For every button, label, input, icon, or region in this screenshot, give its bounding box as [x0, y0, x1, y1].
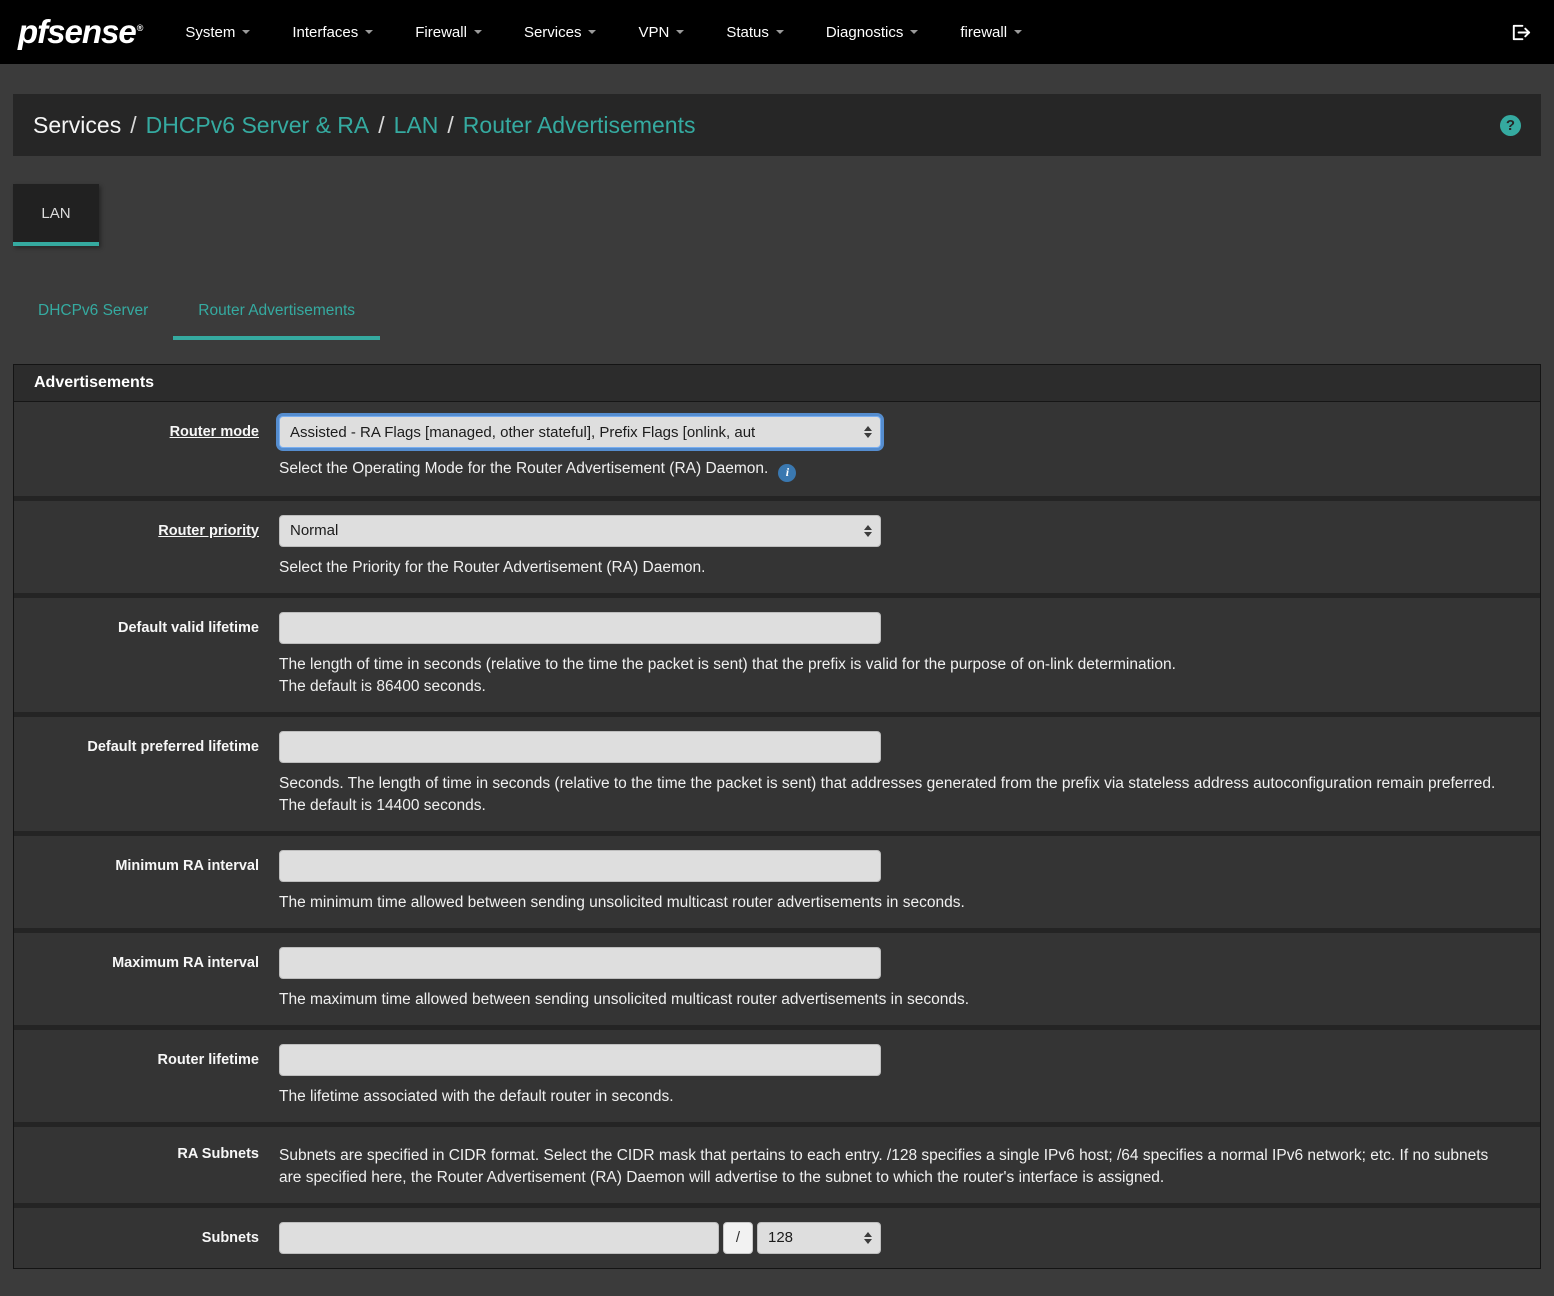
tab-lan[interactable]: LAN: [13, 184, 99, 246]
minimum-ra-interval-input[interactable]: [279, 850, 881, 882]
info-icon[interactable]: i: [778, 464, 796, 482]
subnets-input-group: / 128: [279, 1222, 881, 1254]
default-valid-lifetime-input[interactable]: [279, 612, 881, 644]
breadcrumb-separator: /: [378, 112, 384, 138]
router-priority-help: Select the Priority for the Router Adver…: [279, 557, 1514, 579]
menu-services[interactable]: Services: [503, 14, 618, 51]
help-icon[interactable]: ?: [1500, 115, 1521, 136]
tab-dhcpv6-server[interactable]: DHCPv6 Server: [13, 286, 173, 340]
select-stepper-icon: [864, 525, 872, 537]
router-mode-label: Router mode: [14, 416, 259, 482]
logout-button[interactable]: [1505, 17, 1536, 48]
maximum-ra-interval-label: Maximum RA interval: [14, 947, 259, 1011]
default-preferred-lifetime-help: Seconds. The length of time in seconds (…: [279, 773, 1514, 817]
router-priority-select[interactable]: Normal: [279, 515, 881, 547]
ra-subnets-help: Subnets are specified in CIDR format. Se…: [279, 1145, 1514, 1189]
router-lifetime-help: The lifetime associated with the default…: [279, 1086, 1514, 1108]
advertisements-panel: Advertisements Router mode Assisted - RA…: [13, 364, 1541, 1269]
router-mode-select[interactable]: Assisted - RA Flags [managed, other stat…: [279, 416, 881, 448]
subnets-mask-value: 128: [768, 1229, 793, 1246]
minimum-ra-interval-label: Minimum RA interval: [14, 850, 259, 914]
breadcrumb-link-router-advertisements[interactable]: Router Advertisements: [463, 112, 696, 138]
breadcrumb-separator: /: [447, 112, 453, 138]
caret-down-icon: [776, 30, 784, 34]
form-row-minimum-ra-interval: Minimum RA interval The minimum time all…: [14, 836, 1540, 928]
ra-subnets-label: RA Subnets: [14, 1141, 259, 1189]
menu-interfaces[interactable]: Interfaces: [271, 14, 394, 51]
tab-router-advertisements[interactable]: Router Advertisements: [173, 286, 380, 340]
caret-down-icon: [474, 30, 482, 34]
menu-firewall[interactable]: Firewall: [394, 14, 503, 51]
subnets-mask-select[interactable]: 128: [757, 1222, 881, 1254]
caret-down-icon: [910, 30, 918, 34]
router-priority-selected-value: Normal: [290, 522, 338, 539]
panel-title: Advertisements: [14, 365, 1540, 402]
select-stepper-icon: [864, 426, 872, 438]
breadcrumb-separator: /: [130, 112, 136, 138]
form-row-default-preferred-lifetime: Default preferred lifetime Seconds. The …: [14, 717, 1540, 831]
brand-text: pfsense: [18, 13, 136, 50]
caret-down-icon: [242, 30, 250, 34]
pfsense-logo[interactable]: pfsense®: [18, 13, 142, 51]
menu-vpn[interactable]: VPN: [617, 14, 705, 51]
breadcrumb-link-lan[interactable]: LAN: [394, 112, 439, 138]
sign-out-icon: [1509, 21, 1532, 44]
default-valid-lifetime-help: The length of time in seconds (relative …: [279, 654, 1514, 698]
menu-system[interactable]: System: [164, 14, 271, 51]
maximum-ra-interval-input[interactable]: [279, 947, 881, 979]
default-valid-lifetime-label: Default valid lifetime: [14, 612, 259, 698]
subnets-address-input[interactable]: [279, 1222, 719, 1254]
form-row-router-lifetime: Router lifetime The lifetime associated …: [14, 1030, 1540, 1122]
navbar-menu: System Interfaces Firewall Services VPN …: [164, 14, 1043, 51]
router-mode-help: Select the Operating Mode for the Router…: [279, 458, 1514, 482]
menu-status[interactable]: Status: [705, 14, 805, 51]
caret-down-icon: [588, 30, 596, 34]
router-priority-label: Router priority: [14, 515, 259, 579]
breadcrumb-section: Services: [33, 112, 121, 138]
breadcrumb-link-dhcpv6[interactable]: DHCPv6 Server & RA: [146, 112, 370, 138]
menu-diagnostics[interactable]: Diagnostics: [805, 14, 940, 51]
form-row-default-valid-lifetime: Default valid lifetime The length of tim…: [14, 598, 1540, 712]
caret-down-icon: [676, 30, 684, 34]
brand-registered-mark: ®: [137, 23, 143, 33]
router-mode-selected-value: Assisted - RA Flags [managed, other stat…: [290, 424, 755, 441]
form-row-router-mode: Router mode Assisted - RA Flags [managed…: [14, 402, 1540, 496]
menu-firewall-custom[interactable]: firewall: [939, 14, 1043, 51]
router-lifetime-label: Router lifetime: [14, 1044, 259, 1108]
form-row-ra-subnets: RA Subnets Subnets are specified in CIDR…: [14, 1127, 1540, 1203]
maximum-ra-interval-help: The maximum time allowed between sending…: [279, 989, 1514, 1011]
caret-down-icon: [365, 30, 373, 34]
breadcrumb: Services / DHCPv6 Server & RA / LAN / Router A…: [33, 112, 695, 139]
router-lifetime-input[interactable]: [279, 1044, 881, 1076]
minimum-ra-interval-help: The minimum time allowed between sending…: [279, 892, 1514, 914]
select-stepper-icon: [864, 1232, 872, 1244]
caret-down-icon: [1014, 30, 1022, 34]
form-row-subnets: Subnets / 128: [14, 1208, 1540, 1268]
form-row-router-priority: Router priority Normal Select the Priori…: [14, 501, 1540, 593]
subnets-label: Subnets: [14, 1222, 259, 1254]
default-preferred-lifetime-label: Default preferred lifetime: [14, 731, 259, 817]
default-preferred-lifetime-input[interactable]: [279, 731, 881, 763]
top-navbar: pfsense® System Interfaces Firewall Serv…: [0, 0, 1554, 64]
page-header: Services / DHCPv6 Server & RA / LAN / Router A…: [13, 94, 1541, 156]
subtab-bar: DHCPv6 Server Router Advertisements: [13, 286, 1541, 340]
form-row-maximum-ra-interval: Maximum RA interval The maximum time all…: [14, 933, 1540, 1025]
cidr-separator: /: [723, 1222, 753, 1254]
